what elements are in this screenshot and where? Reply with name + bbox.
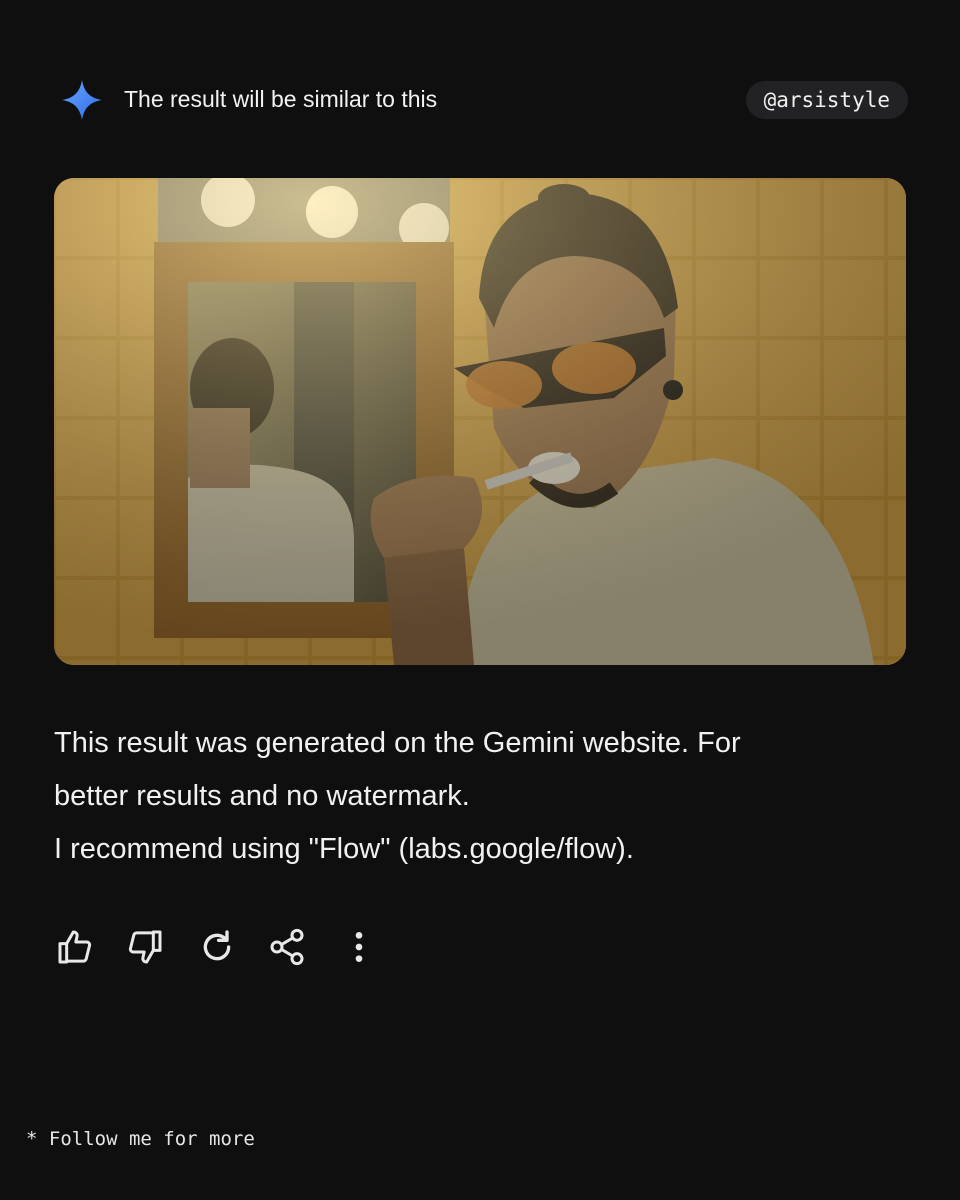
follow-footer: * Follow me for more: [26, 1128, 255, 1150]
header: The result will be similar to this @arsi…: [58, 78, 908, 122]
thumbs-down-icon: [128, 930, 162, 964]
gemini-sparkle-icon: [60, 78, 104, 122]
share-icon: [270, 928, 304, 966]
more-vertical-icon: [355, 932, 363, 962]
redo-button[interactable]: [196, 926, 238, 968]
header-title: The result will be similar to this: [124, 86, 438, 112]
description-line: better results and no watermark.: [54, 780, 470, 812]
thumbs-down-button[interactable]: [124, 926, 166, 968]
thumbs-up-icon: [58, 930, 92, 964]
description-line: This result was generated on the Gemini …: [54, 727, 741, 759]
description-line: I recommend using "Flow" (labs.google/fl…: [54, 833, 634, 865]
more-options-button[interactable]: [338, 926, 380, 968]
share-button[interactable]: [266, 926, 308, 968]
thumbs-up-button[interactable]: [54, 926, 96, 968]
author-handle[interactable]: @arsistyle: [745, 81, 908, 119]
result-description: This result was generated on the Gemini …: [54, 717, 904, 876]
redo-icon: [203, 930, 231, 961]
photo-man-brushing-teeth-icon: [54, 178, 906, 665]
generated-photo: [54, 178, 906, 665]
